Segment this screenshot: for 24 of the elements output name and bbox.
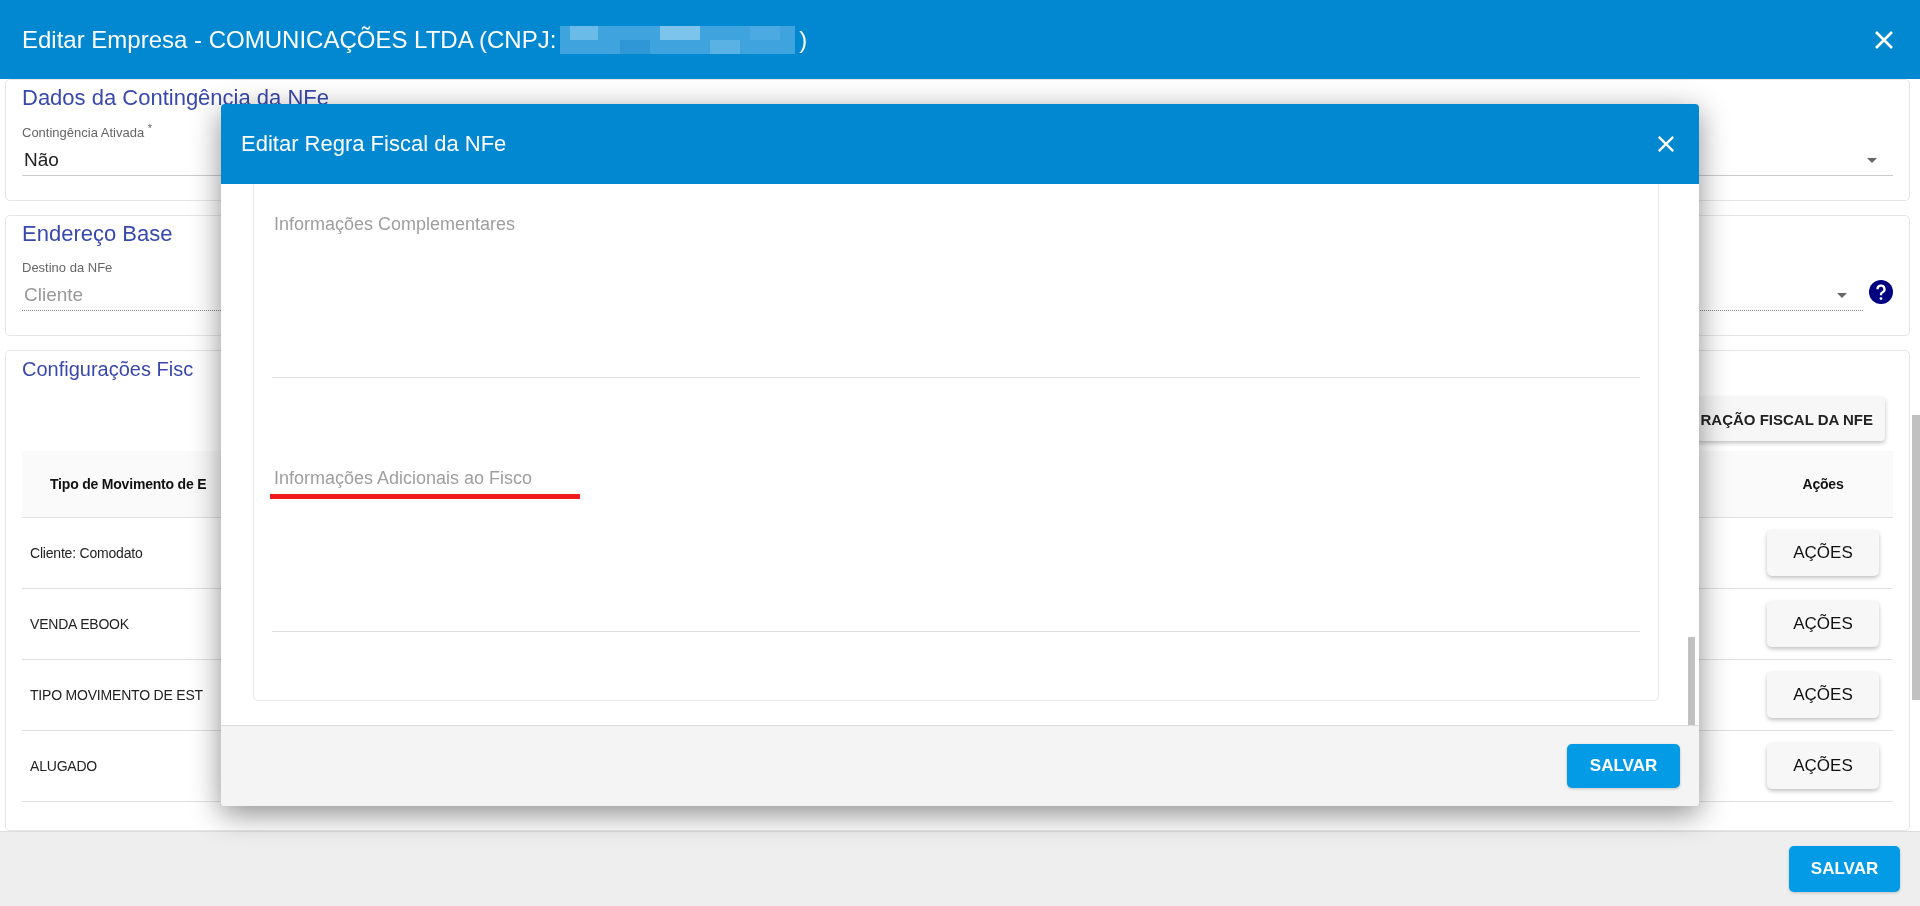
window-title: Editar Empresa - COMUNICAÇÕES LTDA (CNPJ: [22,25,557,54]
column-header: Ações [1801,476,1845,493]
actions-button[interactable]: AÇÕES [1767,743,1879,790]
table-cell-text: VENDA EBOOK [29,616,129,633]
actions-button[interactable]: AÇÕES [1767,601,1879,648]
table-cell-text: ALUGADO [29,758,98,775]
section-title: Configurações Fisc [22,357,194,383]
window-title-end: ) [799,25,808,54]
caret-icon [1867,157,1877,163]
table-cell-text: TIPO MOVIMENTO DE EST [29,687,203,704]
section-title: Endereço Base [22,220,173,249]
actions-button[interactable]: AÇÕES [1767,672,1879,719]
table-cell-text: Cliente: Comodato [29,545,143,562]
dialog-title: Editar Regra Fiscal da NFe [241,131,507,157]
caret-icon [1837,292,1847,298]
actions-button[interactable]: AÇÕES [1767,530,1879,577]
field-label: Destino da NFe [22,260,113,276]
field-label: Contingência Ativada $^{*}$ [22,125,152,141]
field-value: Não [24,149,59,172]
scrollbar-thumb[interactable] [1912,415,1920,700]
column-header: Tipo de Movimento de E [49,476,207,493]
field-value: Cliente [24,284,84,307]
add-config-button[interactable]: RAÇÃO FISCAL DA NFE [1696,397,1885,442]
scrollbar-thumb[interactable] [1688,637,1695,725]
